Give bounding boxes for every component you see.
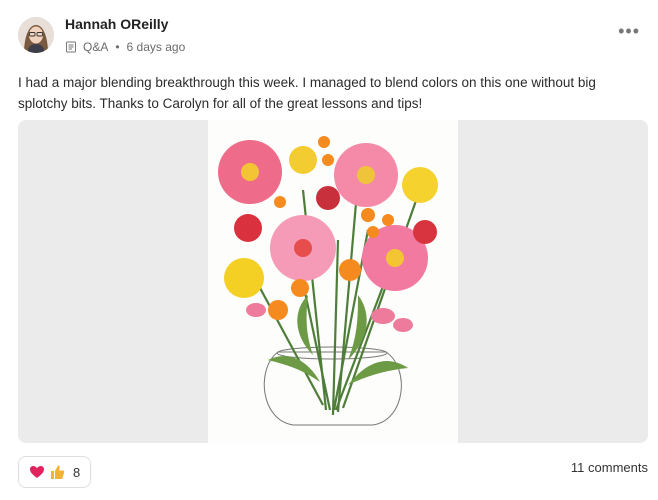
more-horizontal-icon[interactable]: ••• <box>618 22 640 40</box>
heart-icon[interactable] <box>29 464 45 480</box>
comments-link[interactable]: 11 comments <box>571 460 648 475</box>
post-category[interactable]: Q&A <box>83 40 108 54</box>
reactions-bar[interactable]: 8 <box>18 456 92 488</box>
author-name[interactable]: Hannah OReilly <box>65 16 168 32</box>
flower-painting <box>208 120 458 443</box>
meta-separator: • <box>115 40 120 54</box>
reaction-count: 8 <box>73 464 81 480</box>
post-timestamp: 6 days ago <box>126 40 186 54</box>
post-meta: Q&A • 6 days ago <box>65 40 185 54</box>
document-icon <box>66 41 76 53</box>
post-card: Hannah OReilly Q&A • 6 days ago ••• I ha… <box>0 0 658 500</box>
painting-graphic <box>218 136 438 426</box>
avatar-image <box>18 17 54 53</box>
post-image[interactable] <box>18 120 648 443</box>
thumbs-up-icon[interactable] <box>49 464 65 480</box>
avatar[interactable] <box>18 17 54 53</box>
post-body: I had a major blending breakthrough this… <box>18 75 596 111</box>
